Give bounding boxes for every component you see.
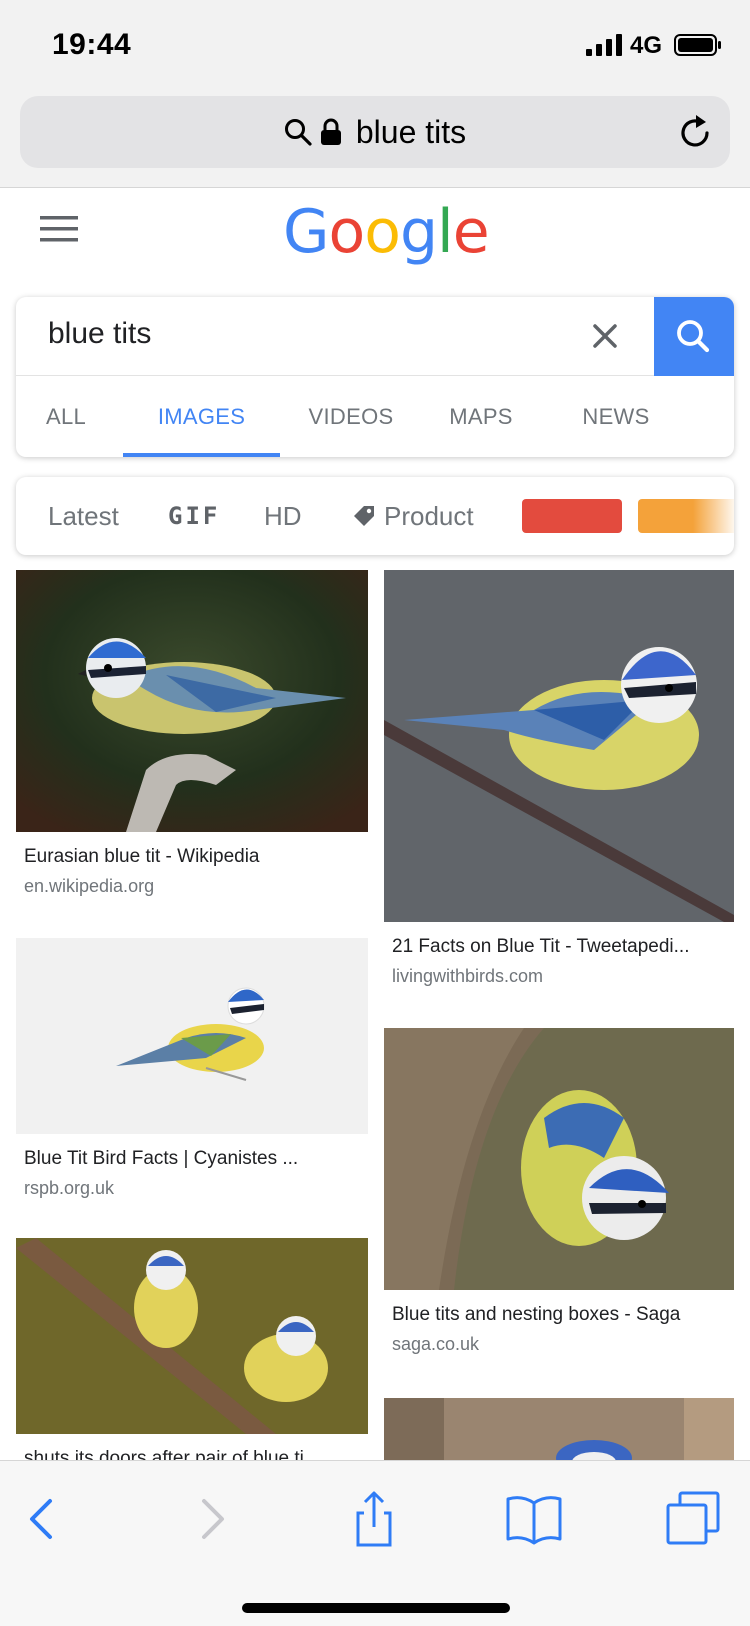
blue-tits-pair-photo [16, 1238, 368, 1434]
result-card[interactable]: Blue tits and nesting boxes - Saga saga.… [384, 1028, 734, 1358]
chip-latest[interactable]: Latest [48, 477, 119, 555]
result-title[interactable]: shuts its doors after pair of blue ti... [24, 1448, 360, 1460]
browser-toolbar [0, 1460, 750, 1626]
blue-tit-photo [384, 1398, 734, 1460]
home-indicator[interactable] [242, 1603, 510, 1613]
result-title[interactable]: 21 Facts on Blue Tit - Tweetapedi... [392, 936, 728, 958]
tabs-icon[interactable] [664, 1489, 724, 1549]
color-swatch-red[interactable] [522, 499, 622, 533]
result-image[interactable] [16, 938, 368, 1134]
tab-videos[interactable]: VIDEOS [296, 376, 406, 457]
color-swatch-orange[interactable] [638, 499, 734, 533]
search-card: blue tits ALL IMAGES VIDEOS MAPS NEWS [16, 297, 734, 457]
forward-icon[interactable] [180, 1489, 240, 1549]
tab-all[interactable]: ALL [36, 376, 96, 457]
chip-hd[interactable]: HD [264, 477, 302, 555]
result-image[interactable] [384, 1028, 734, 1290]
status-bar: 19:44 4G [0, 0, 750, 90]
share-icon[interactable] [344, 1489, 404, 1549]
result-card[interactable]: Blue Tit Bird Facts | Cyanistes ... rspb… [16, 938, 368, 1208]
signal-bars-icon [586, 34, 622, 56]
filter-chips: Latest GIF HD Product [16, 477, 734, 555]
search-input[interactable]: blue tits [48, 317, 151, 351]
chip-product[interactable]: Product [352, 477, 474, 555]
back-icon[interactable] [14, 1489, 74, 1549]
result-title[interactable]: Blue tits and nesting boxes - Saga [392, 1304, 728, 1326]
lock-icon [320, 118, 341, 145]
search-tabs: ALL IMAGES VIDEOS MAPS NEWS [16, 376, 734, 457]
result-title[interactable]: Blue Tit Bird Facts | Cyanistes ... [24, 1148, 360, 1170]
search-icon [284, 119, 312, 146]
image-results-grid: Eurasian blue tit - Wikipedia en.wikiped… [0, 570, 750, 1460]
logo-letter: g [399, 197, 438, 267]
result-image[interactable] [384, 570, 734, 922]
hamburger-menu-icon[interactable] [40, 214, 78, 244]
result-card[interactable]: shuts its doors after pair of blue ti... [16, 1238, 368, 1460]
result-title[interactable]: Eurasian blue tit - Wikipedia [24, 846, 360, 868]
result-image[interactable] [16, 570, 368, 832]
browser-chrome: blue tits [0, 90, 750, 188]
google-logo[interactable]: Google [283, 192, 490, 272]
status-time: 19:44 [52, 28, 132, 61]
chip-product-label: Product [384, 500, 474, 531]
result-image[interactable] [384, 1398, 734, 1460]
clear-icon[interactable] [588, 319, 622, 353]
address-bar[interactable]: blue tits [20, 96, 730, 168]
result-image[interactable] [16, 1238, 368, 1434]
chip-gif[interactable]: GIF [168, 477, 220, 555]
tag-icon [354, 506, 374, 526]
blue-tit-illustration [16, 938, 368, 1134]
logo-letter: o [328, 197, 366, 267]
blue-tit-photo [384, 570, 734, 922]
logo-letter: G [283, 197, 329, 267]
bookmarks-icon[interactable] [504, 1489, 564, 1549]
address-text: blue tits [355, 113, 467, 150]
active-tab-indicator [123, 453, 280, 457]
result-source: livingwithbirds.com [392, 966, 544, 986]
search-button[interactable] [654, 297, 734, 376]
search-row: blue tits [16, 297, 734, 376]
tab-news[interactable]: NEWS [571, 376, 661, 457]
result-card[interactable] [384, 1398, 734, 1460]
tab-images[interactable]: IMAGES [123, 376, 280, 457]
reload-icon[interactable] [676, 112, 716, 152]
logo-letter: e [452, 197, 490, 267]
result-source: rspb.org.uk [24, 1178, 115, 1198]
battery-icon [674, 34, 721, 56]
search-icon [677, 320, 710, 353]
logo-letter: l [437, 197, 454, 267]
result-source: en.wikipedia.org [24, 876, 155, 896]
result-card[interactable]: 21 Facts on Blue Tit - Tweetapedi... liv… [384, 570, 734, 990]
result-card[interactable]: Eurasian blue tit - Wikipedia en.wikiped… [16, 570, 368, 900]
network-label: 4G [630, 32, 663, 59]
blue-tit-photo [16, 570, 368, 832]
result-source: saga.co.uk [392, 1334, 480, 1354]
logo-letter: o [364, 197, 401, 267]
blue-tit-photo [384, 1028, 734, 1290]
tab-maps[interactable]: MAPS [436, 376, 526, 457]
